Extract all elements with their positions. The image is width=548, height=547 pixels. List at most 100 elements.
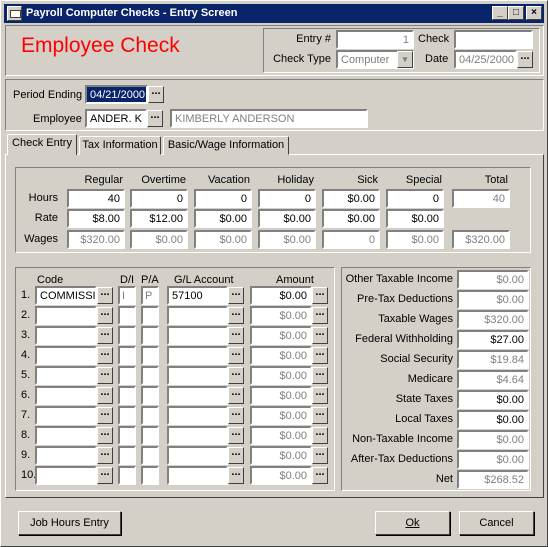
line-code-ellipsis-button[interactable]: ... [97, 447, 113, 464]
line-amount-ellipsis-button[interactable]: ... [312, 327, 328, 344]
line-amount-ellipsis-button[interactable]: ... [312, 427, 328, 444]
line-amount-field[interactable]: $0.00 [250, 426, 312, 445]
line-amount-field[interactable]: $0.00 [250, 346, 312, 365]
employee-code-field[interactable]: ANDER. K [85, 109, 147, 128]
grid-cell-hours-holiday[interactable]: 0 [258, 189, 316, 208]
line-di-field[interactable] [118, 466, 136, 485]
line-amount-ellipsis-button[interactable]: ... [312, 467, 328, 484]
line-di-field[interactable] [118, 306, 136, 325]
line-code-field[interactable]: COMMISSIO [35, 286, 97, 305]
line-gl-ellipsis-button[interactable]: ... [228, 447, 244, 464]
minimize-button[interactable]: _ [492, 6, 508, 20]
date-ellipsis-button[interactable]: ... [517, 51, 533, 68]
line-di-field[interactable] [118, 426, 136, 445]
line-amount-ellipsis-button[interactable]: ... [312, 407, 328, 424]
line-di-field[interactable] [118, 406, 136, 425]
grid-cell-rate-regular[interactable]: $8.00 [67, 209, 125, 228]
line-amount-ellipsis-button[interactable]: ... [312, 347, 328, 364]
maximize-button[interactable]: □ [508, 6, 524, 20]
line-gl-field[interactable] [167, 406, 228, 425]
grid-cell-rate-overtime[interactable]: $12.00 [130, 209, 188, 228]
line-gl-field[interactable] [167, 366, 228, 385]
line-gl-ellipsis-button[interactable]: ... [228, 427, 244, 444]
line-amount-ellipsis-button[interactable]: ... [312, 447, 328, 464]
entry-field[interactable]: 1 [336, 30, 414, 49]
tab-basic-wage-information[interactable]: Basic/Wage Information [163, 136, 289, 155]
chevron-down-icon[interactable]: ▾ [397, 51, 413, 68]
line-gl-ellipsis-button[interactable]: ... [228, 407, 244, 424]
line-code-ellipsis-button[interactable]: ... [97, 467, 113, 484]
line-code-ellipsis-button[interactable]: ... [97, 407, 113, 424]
line-gl-ellipsis-button[interactable]: ... [228, 367, 244, 384]
period-ending-field[interactable]: 04/21/2000 [85, 85, 148, 104]
line-amount-field[interactable]: $0.00 [250, 286, 312, 305]
line-amount-field[interactable]: $0.00 [250, 306, 312, 325]
check-field[interactable] [454, 30, 533, 49]
line-amount-field[interactable]: $0.00 [250, 386, 312, 405]
line-code-field[interactable] [35, 346, 97, 365]
line-di-field[interactable] [118, 346, 136, 365]
line-amount-field[interactable]: $0.00 [250, 466, 312, 485]
line-gl-ellipsis-button[interactable]: ... [228, 287, 244, 304]
line-code-field[interactable] [35, 446, 97, 465]
line-code-ellipsis-button[interactable]: ... [97, 287, 113, 304]
period-ellipsis-button[interactable]: ... [148, 86, 164, 103]
cancel-button[interactable]: Cancel [459, 511, 534, 535]
grid-cell-hours-sick[interactable]: $0.00 [322, 189, 380, 208]
employee-ellipsis-button[interactable]: ... [147, 110, 163, 127]
line-di-field[interactable] [118, 386, 136, 405]
line-di-field[interactable]: I [118, 286, 136, 305]
line-gl-field[interactable] [167, 466, 228, 485]
line-gl-ellipsis-button[interactable]: ... [228, 327, 244, 344]
line-code-ellipsis-button[interactable]: ... [97, 427, 113, 444]
line-code-ellipsis-button[interactable]: ... [97, 327, 113, 344]
line-pa-field[interactable] [141, 466, 159, 485]
line-code-field[interactable] [35, 426, 97, 445]
line-pa-field[interactable] [141, 406, 159, 425]
summary-value-local-taxes[interactable]: $0.00 [457, 410, 529, 429]
grid-cell-rate-special[interactable]: $0.00 [386, 209, 444, 228]
line-amount-field[interactable]: $0.00 [250, 326, 312, 345]
line-gl-ellipsis-button[interactable]: ... [228, 467, 244, 484]
line-gl-field[interactable] [167, 386, 228, 405]
ok-button[interactable]: Ok [375, 511, 450, 535]
line-gl-field[interactable] [167, 446, 228, 465]
line-code-ellipsis-button[interactable]: ... [97, 387, 113, 404]
date-field[interactable]: 04/25/2000 [454, 50, 517, 69]
app-icon[interactable] [7, 6, 22, 21]
line-amount-field[interactable]: $0.00 [250, 366, 312, 385]
summary-value-federal-withholding[interactable]: $27.00 [457, 330, 529, 349]
summary-value-state-taxes[interactable]: $0.00 [457, 390, 529, 409]
line-amount-ellipsis-button[interactable]: ... [312, 387, 328, 404]
line-gl-field[interactable] [167, 306, 228, 325]
tab-tax-information[interactable]: Tax Information [79, 136, 161, 155]
grid-cell-hours-special[interactable]: 0 [386, 189, 444, 208]
close-button[interactable]: × [526, 6, 542, 20]
line-amount-ellipsis-button[interactable]: ... [312, 367, 328, 384]
line-gl-field[interactable] [167, 326, 228, 345]
line-di-field[interactable] [118, 446, 136, 465]
grid-cell-rate-holiday[interactable]: $0.00 [258, 209, 316, 228]
line-amount-ellipsis-button[interactable]: ... [312, 287, 328, 304]
line-code-field[interactable] [35, 366, 97, 385]
line-amount-field[interactable]: $0.00 [250, 406, 312, 425]
line-pa-field[interactable] [141, 366, 159, 385]
line-code-ellipsis-button[interactable]: ... [97, 347, 113, 364]
grid-cell-hours-regular[interactable]: 40 [67, 189, 125, 208]
line-code-field[interactable] [35, 466, 97, 485]
line-pa-field[interactable] [141, 306, 159, 325]
grid-cell-hours-overtime[interactable]: 0 [130, 189, 188, 208]
line-di-field[interactable] [118, 366, 136, 385]
line-gl-field[interactable] [167, 426, 228, 445]
line-pa-field[interactable] [141, 346, 159, 365]
line-pa-field[interactable] [141, 326, 159, 345]
line-code-ellipsis-button[interactable]: ... [97, 367, 113, 384]
line-amount-ellipsis-button[interactable]: ... [312, 307, 328, 324]
line-code-field[interactable] [35, 406, 97, 425]
line-pa-field[interactable]: P [141, 286, 159, 305]
line-code-ellipsis-button[interactable]: ... [97, 307, 113, 324]
line-di-field[interactable] [118, 326, 136, 345]
line-amount-field[interactable]: $0.00 [250, 446, 312, 465]
title-bar[interactable]: Payroll Computer Checks - Entry Screen _… [4, 4, 544, 23]
line-pa-field[interactable] [141, 386, 159, 405]
